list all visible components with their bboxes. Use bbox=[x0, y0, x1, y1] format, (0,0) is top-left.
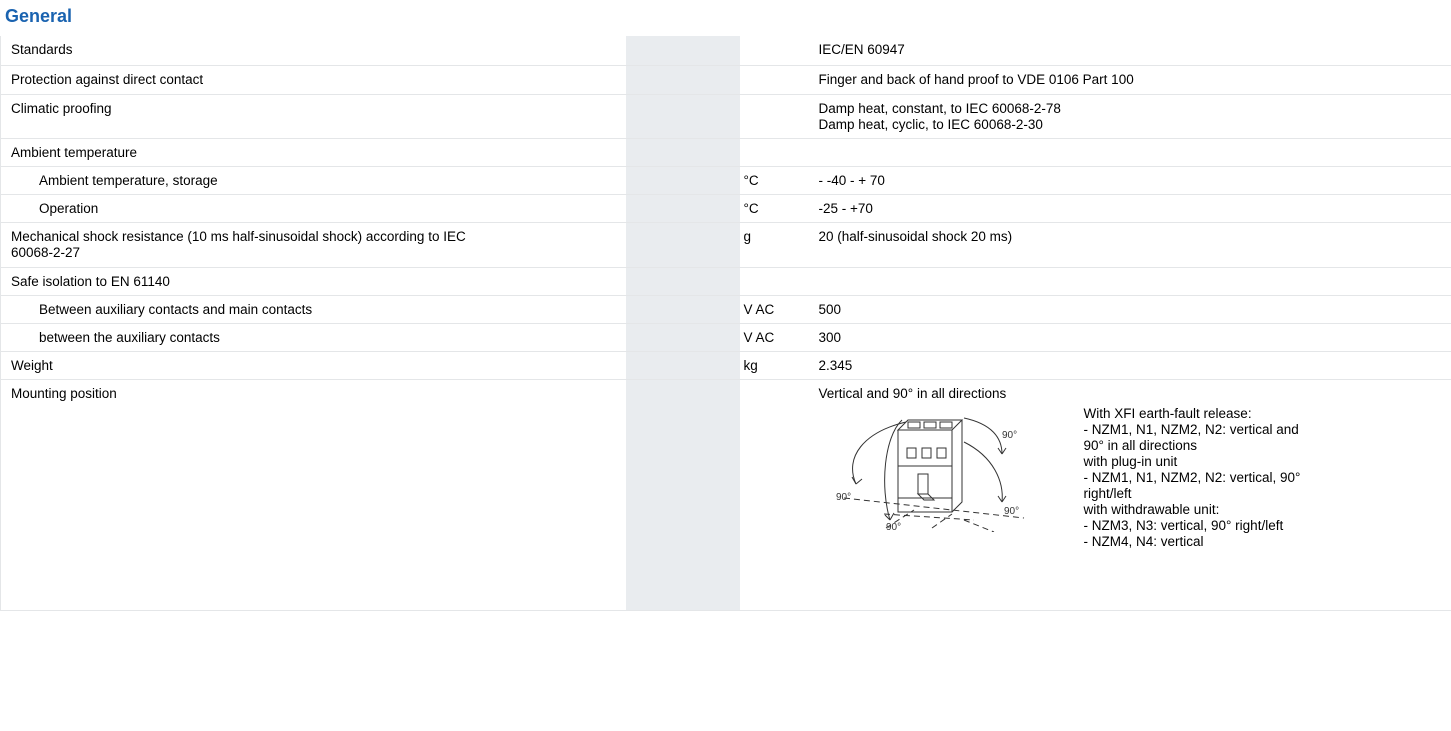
angle-label: 90° bbox=[886, 522, 901, 532]
row-unit bbox=[739, 138, 816, 167]
spacer-cell bbox=[625, 138, 740, 167]
table-row: Standards IEC/EN 60947 bbox=[0, 36, 1451, 66]
note-line: with plug-in unit bbox=[1083, 453, 1178, 469]
angle-label: 90° bbox=[1004, 506, 1019, 517]
row-label: Standards bbox=[0, 36, 626, 66]
label-line: 60068-2-27 bbox=[11, 244, 81, 260]
note-line: - NZM1, N1, NZM2, N2: vertical and bbox=[1083, 421, 1299, 437]
row-unit: kg bbox=[739, 351, 816, 380]
spacer-cell bbox=[625, 36, 740, 66]
row-label: Between auxiliary contacts and main cont… bbox=[0, 295, 626, 324]
note-line: 90° in all directions bbox=[1083, 437, 1197, 453]
row-label: Safe isolation to EN 61140 bbox=[0, 267, 626, 296]
table-row: Ambient temperature bbox=[0, 138, 1451, 167]
spacer-cell bbox=[625, 351, 740, 380]
row-value: 300 bbox=[815, 323, 1451, 352]
section-title: General bbox=[5, 6, 73, 26]
spacer-cell bbox=[625, 295, 740, 324]
table-row: Climatic proofing Damp heat, constant, t… bbox=[0, 94, 1451, 139]
row-unit: V AC bbox=[739, 323, 816, 352]
row-label: Weight bbox=[0, 351, 626, 380]
angle-label: 90° bbox=[836, 492, 851, 503]
spacer-cell bbox=[625, 323, 740, 352]
row-unit: °C bbox=[739, 166, 816, 195]
row-unit bbox=[739, 65, 816, 95]
table-row: Protection against direct contact Finger… bbox=[0, 65, 1451, 95]
row-unit: V AC bbox=[739, 295, 816, 324]
row-unit bbox=[739, 379, 816, 611]
mounting-value: Vertical and 90° in all directions bbox=[818, 385, 1007, 401]
spacer-cell bbox=[625, 222, 740, 268]
value-line: Damp heat, constant, to IEC 60068-2-78 bbox=[818, 100, 1061, 116]
mounting-position-diagram: 90° 90° 90° 90° bbox=[836, 417, 1024, 532]
note-line: with withdrawable unit: bbox=[1083, 501, 1220, 517]
row-value: 2.345 bbox=[815, 351, 1451, 380]
spacer-cell bbox=[625, 379, 740, 611]
note-line: - NZM3, N3: vertical, 90° right/left bbox=[1083, 517, 1284, 533]
row-label: Ambient temperature bbox=[0, 138, 626, 167]
angle-label: 90° bbox=[1002, 430, 1017, 441]
row-label: Climatic proofing bbox=[0, 94, 626, 139]
mounting-value-cell: Vertical and 90° in all directions 90° 9… bbox=[815, 379, 1451, 611]
row-unit: °C bbox=[739, 194, 816, 223]
note-line: - NZM1, N1, NZM2, N2: vertical, 90° bbox=[1083, 469, 1301, 485]
row-label: Ambient temperature, storage bbox=[0, 166, 626, 195]
row-value: IEC/EN 60947 bbox=[815, 36, 1451, 66]
note-line: With XFI earth-fault release: bbox=[1083, 405, 1252, 421]
row-unit bbox=[739, 94, 816, 139]
value-line: Damp heat, cyclic, to IEC 60068-2-30 bbox=[818, 116, 1043, 132]
row-value: 500 bbox=[815, 295, 1451, 324]
row-value: - -40 - + 70 bbox=[815, 166, 1451, 195]
specs-table: Standards IEC/EN 60947 Protection agains… bbox=[0, 36, 1451, 611]
table-row: Operation °C -25 - +70 bbox=[0, 194, 1451, 223]
table-row: Mounting position Vertical and 90° in al… bbox=[0, 379, 1451, 611]
table-row: Weight kg 2.345 bbox=[0, 351, 1451, 380]
row-unit: g bbox=[739, 222, 816, 268]
note-line: - NZM4, N4: vertical bbox=[1083, 533, 1204, 549]
row-value: Finger and back of hand proof to VDE 010… bbox=[815, 65, 1451, 95]
row-unit bbox=[739, 36, 816, 66]
row-value bbox=[815, 138, 1451, 167]
row-value: Damp heat, constant, to IEC 60068-2-78 D… bbox=[815, 94, 1451, 139]
row-label: Mounting position bbox=[0, 379, 626, 611]
row-value: 20 (half-sinusoidal shock 20 ms) bbox=[815, 222, 1451, 268]
spacer-cell bbox=[625, 94, 740, 139]
label-line: Mechanical shock resistance (10 ms half-… bbox=[11, 228, 466, 244]
row-label: between the auxiliary contacts bbox=[0, 323, 626, 352]
mounting-content: Vertical and 90° in all directions 90° 9… bbox=[816, 380, 1451, 610]
table-row: Mechanical shock resistance (10 ms half-… bbox=[0, 222, 1451, 268]
spacer-cell bbox=[625, 65, 740, 95]
row-value: -25 - +70 bbox=[815, 194, 1451, 223]
mounting-notes: With XFI earth-fault release: - NZM1, N1… bbox=[1084, 406, 1301, 550]
row-label: Mechanical shock resistance (10 ms half-… bbox=[0, 222, 626, 268]
row-label: Protection against direct contact bbox=[0, 65, 626, 95]
spacer-cell bbox=[625, 194, 740, 223]
row-value bbox=[815, 267, 1451, 296]
row-unit bbox=[739, 267, 816, 296]
table-row: between the auxiliary contacts V AC 300 bbox=[0, 323, 1451, 352]
table-row: Between auxiliary contacts and main cont… bbox=[0, 295, 1451, 324]
table-row: Ambient temperature, storage °C - -40 - … bbox=[0, 166, 1451, 195]
note-line: right/left bbox=[1083, 485, 1132, 501]
spacer-cell bbox=[625, 267, 740, 296]
spacer-cell bbox=[625, 166, 740, 195]
table-row: Safe isolation to EN 61140 bbox=[0, 267, 1451, 296]
row-label: Operation bbox=[0, 194, 626, 223]
